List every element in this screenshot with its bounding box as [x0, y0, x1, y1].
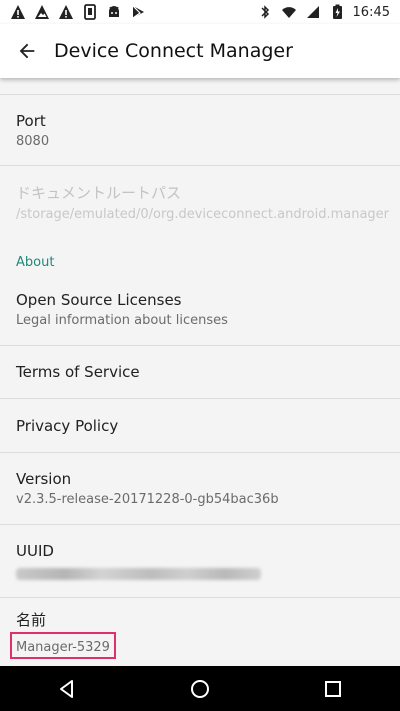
pref-open-source-licenses[interactable]: Open Source Licenses Legal information a… [0, 274, 400, 345]
signal-icon [306, 6, 319, 18]
app-bar: Device Connect Manager [0, 24, 400, 78]
android-icon [109, 6, 119, 17]
pref-summary: v2.3.5-release-20171228-0-gb54bac36b [16, 492, 279, 507]
pref-summary: 8080 [16, 133, 50, 149]
nav-back-icon [59, 679, 73, 698]
pref-summary: Manager-5329 [16, 640, 110, 655]
nav-home-button[interactable] [170, 666, 230, 711]
photo-warning-icon [35, 5, 49, 19]
pref-title: Terms of Service [16, 363, 140, 381]
nav-back-button[interactable] [37, 666, 97, 711]
sim-icon [84, 4, 96, 20]
highlight-box: Manager-5329 [10, 632, 116, 659]
battery-charging-icon [332, 4, 342, 19]
warning-icon [59, 5, 73, 19]
status-bar: 16:45 [0, 0, 400, 24]
pref-port[interactable]: Port 8080 [0, 95, 400, 165]
pref-title: Version [16, 470, 72, 488]
pref-title: Privacy Policy [16, 416, 119, 435]
pref-terms-of-service[interactable]: Terms of Service [0, 346, 400, 398]
nav-home-icon [190, 679, 209, 698]
bluetooth-icon [261, 5, 269, 19]
navigation-bar [0, 666, 400, 711]
page-title: Device Connect Manager [54, 40, 293, 62]
category-header-about: About [16, 255, 55, 270]
pref-document-root: ドキュメントルートパス /storage/emulated/0/org.devi… [0, 166, 400, 238]
back-button[interactable] [0, 24, 54, 78]
pref-title: 名前 [16, 611, 47, 629]
warning-icon [11, 5, 25, 19]
nav-recents-icon [325, 680, 342, 697]
arrow-back-icon [19, 43, 35, 59]
pref-title: Port [16, 111, 46, 130]
pref-title: UUID [16, 542, 54, 560]
pref-uuid[interactable]: UUID [0, 525, 400, 597]
pref-summary: /storage/emulated/0/org.deviceconnect.an… [16, 207, 390, 222]
wifi-icon [281, 7, 296, 18]
name-summary-wrapper: Manager-5329 [10, 632, 384, 659]
pref-name[interactable]: 名前 Manager-5329 [0, 598, 400, 666]
status-left-icons [10, 4, 146, 20]
settings-list[interactable]: Port 8080 ドキュメントルートパス /storage/emulated/… [0, 78, 400, 666]
pref-privacy-policy[interactable]: Privacy Policy [0, 399, 400, 452]
pref-summary: Legal information about licenses [16, 313, 228, 328]
pref-title: Open Source Licenses [16, 291, 182, 309]
status-time: 16:45 [352, 4, 390, 20]
uuid-value-redacted [16, 568, 261, 580]
play-store-icon [132, 5, 144, 19]
nav-recents-button[interactable] [303, 666, 363, 711]
pref-title: ドキュメントルートパス [16, 184, 182, 202]
pref-version[interactable]: Version v2.3.5-release-20171228-0-gb54ba… [0, 453, 400, 524]
status-right-icons: 16:45 [257, 4, 390, 20]
